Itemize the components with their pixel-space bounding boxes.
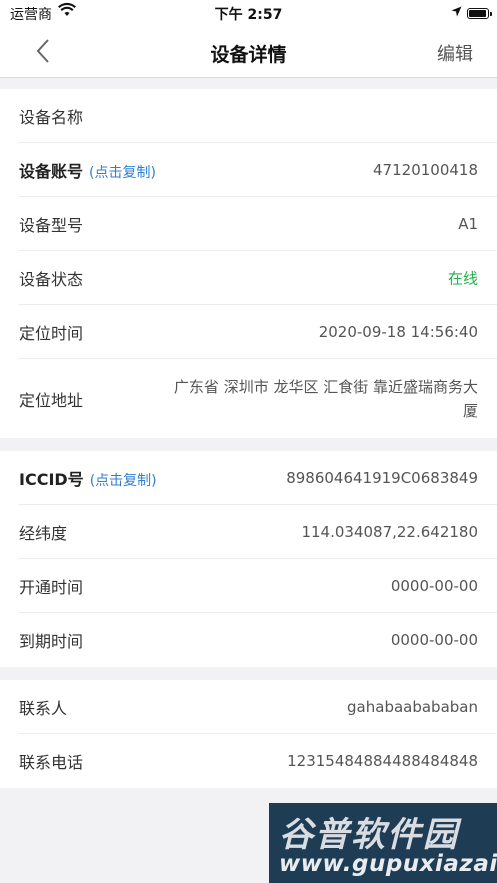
status-bar: 运营商 下午 2:57: [0, 0, 497, 26]
edit-button[interactable]: 编辑: [437, 40, 473, 66]
expiry-time-row: 到期时间 0000-00-00: [19, 613, 497, 667]
location-time-label: 定位时间: [19, 323, 84, 343]
iccid-row[interactable]: ICCID号 (点击复制) 898604641919C0683849: [19, 451, 497, 505]
contact-name-row: 联系人 gahabaabababan: [19, 680, 497, 734]
copy-account-link[interactable]: (点击复制): [89, 165, 156, 181]
site-watermark: 谷普软件园 www.gupuxiazai.com: [269, 803, 497, 883]
activation-time-row: 开通时间 0000-00-00: [19, 559, 497, 613]
device-account-value: 47120100418: [373, 160, 478, 179]
device-model-value: A1: [458, 214, 478, 233]
device-account-row[interactable]: 设备账号 (点击复制) 47120100418: [19, 143, 497, 197]
contact-name-value: gahabaabababan: [347, 697, 478, 716]
contact-phone-value: 12315484884488484848: [287, 752, 478, 770]
device-account-label: 设备账号: [19, 161, 84, 181]
location-time-row: 定位时间 2020-09-18 14:56:40: [19, 305, 497, 359]
contact-phone-label: 联系电话: [19, 753, 84, 772]
device-model-label: 设备型号: [19, 215, 84, 235]
coordinates-value: 114.034087,22.642180: [301, 522, 478, 541]
contact-name-label: 联系人: [19, 698, 68, 718]
iccid-value: 898604641919C0683849: [286, 468, 478, 487]
contact-info-section: 联系人 gahabaabababan 联系电话 1231548488448848…: [0, 680, 497, 788]
expiry-time-label: 到期时间: [19, 632, 84, 651]
coordinates-row: 经纬度 114.034087,22.642180: [19, 505, 497, 559]
device-status-label: 设备状态: [19, 269, 84, 289]
device-status-row: 设备状态 在线: [19, 251, 497, 305]
device-name-label: 设备名称: [19, 107, 84, 127]
navigation-bar: 设备详情 编辑: [0, 26, 497, 78]
clock-time: 下午 2:57: [214, 7, 283, 23]
device-info-section: 设备名称 设备账号 (点击复制) 47120100418 设备型号 A1 设备状态…: [0, 89, 497, 438]
location-arrow-icon: [451, 5, 462, 21]
location-time-value: 2020-09-18 14:56:40: [318, 322, 478, 341]
contact-phone-row: 联系电话 12315484884488484848: [19, 734, 497, 788]
page-title: 设备详情: [210, 44, 287, 66]
watermark-title: 谷普软件园: [279, 815, 459, 855]
watermark-url: www.gupuxiazai.com: [279, 851, 497, 877]
coordinates-label: 经纬度: [19, 523, 68, 543]
device-status-value: 在线: [447, 269, 478, 287]
location-address-row: 定位地址 广东省 深圳市 龙华区 汇食街 靠近盛瑞商务大厦: [19, 359, 497, 438]
device-model-row: 设备型号 A1: [19, 197, 497, 251]
expiry-time-value: 0000-00-00: [390, 631, 478, 649]
activation-time-label: 开通时间: [19, 577, 84, 597]
device-name-row: 设备名称: [19, 89, 497, 143]
copy-iccid-link[interactable]: (点击复制): [90, 473, 157, 489]
location-address-value: 广东省 深圳市 龙华区 汇食街 靠近盛瑞商务大厦: [173, 377, 478, 420]
activation-time-value: 0000-00-00: [390, 576, 478, 595]
sim-info-section: ICCID号 (点击复制) 898604641919C0683849 经纬度 11…: [0, 451, 497, 667]
location-address-label: 定位地址: [19, 390, 84, 410]
battery-icon: [467, 7, 492, 19]
iccid-label: ICCID号: [19, 469, 84, 489]
